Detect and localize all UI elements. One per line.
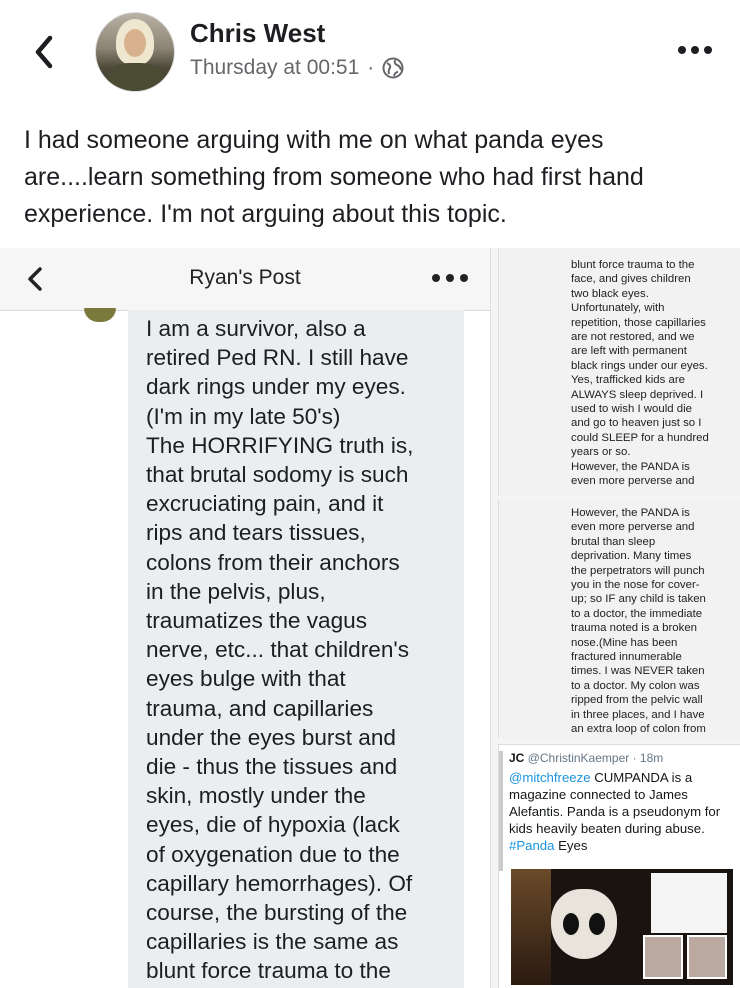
- tweet-text-b: Eyes: [554, 838, 588, 853]
- comment-text: I am a survivor, also a retired Ped RN. …: [146, 316, 414, 984]
- tweet-header: JC @ChristinKaemper · 18m: [509, 751, 663, 765]
- tweet-hashtag: #Panda: [509, 838, 555, 853]
- globe-icon[interactable]: [382, 57, 404, 79]
- panda-mask-image: [551, 889, 617, 959]
- more-dots-icon: [678, 46, 712, 54]
- comment-bubble: I am a survivor, also a retired Ped RN. …: [128, 310, 464, 988]
- tweet-author-name: JC: [509, 751, 525, 765]
- tweet-thread-line: [499, 751, 503, 871]
- chevron-left-icon: [35, 35, 53, 69]
- tweet-image-face-left: [643, 935, 683, 979]
- post-photo[interactable]: Ryan's Post I am a survivor, also a reti…: [0, 248, 740, 988]
- post-header: Chris West Thursday at 00:51 ·: [0, 0, 740, 110]
- continuation-text-1: blunt force trauma to the face, and give…: [571, 259, 709, 488]
- tweet-image-document: [651, 873, 727, 933]
- tweet-text: @mitchfreeze CUMPANDA is a magazine conn…: [509, 769, 731, 854]
- author-name[interactable]: Chris West: [190, 18, 325, 49]
- screenshot-commenter-avatar: [84, 308, 116, 322]
- back-button[interactable]: [26, 30, 66, 74]
- screenshot-continuation-1: blunt force trauma to the face, and give…: [498, 248, 740, 496]
- screenshot-ryans-post: Ryan's Post I am a survivor, also a reti…: [0, 248, 491, 988]
- tweet-mention: @mitchfreeze: [509, 770, 591, 785]
- tweet-screenshot: JC @ChristinKaemper · 18m @mitchfreeze C…: [498, 744, 740, 988]
- screenshot-top-bar: Ryan's Post: [0, 248, 490, 311]
- screenshot-title: Ryan's Post: [189, 266, 301, 289]
- post-caption: I had someone arguing with me on what pa…: [24, 126, 644, 228]
- meta-separator: ·: [367, 56, 375, 79]
- avatar[interactable]: [95, 12, 175, 92]
- screenshot-more-icon: [428, 270, 472, 286]
- post-timestamp[interactable]: Thursday at 00:51: [190, 56, 359, 80]
- tweet-time: · 18m: [632, 751, 664, 765]
- more-options-button[interactable]: [675, 38, 715, 62]
- tweet-image-face-right: [687, 935, 727, 979]
- tweet-image: [511, 869, 733, 985]
- post-meta: Thursday at 00:51 ·: [190, 56, 404, 80]
- continuation-text-2: However, the PANDA is even more perverse…: [571, 507, 706, 736]
- tweet-handle: @ChristinKaemper: [527, 751, 630, 765]
- screenshot-continuation-2: However, the PANDA is even more perverse…: [498, 500, 740, 738]
